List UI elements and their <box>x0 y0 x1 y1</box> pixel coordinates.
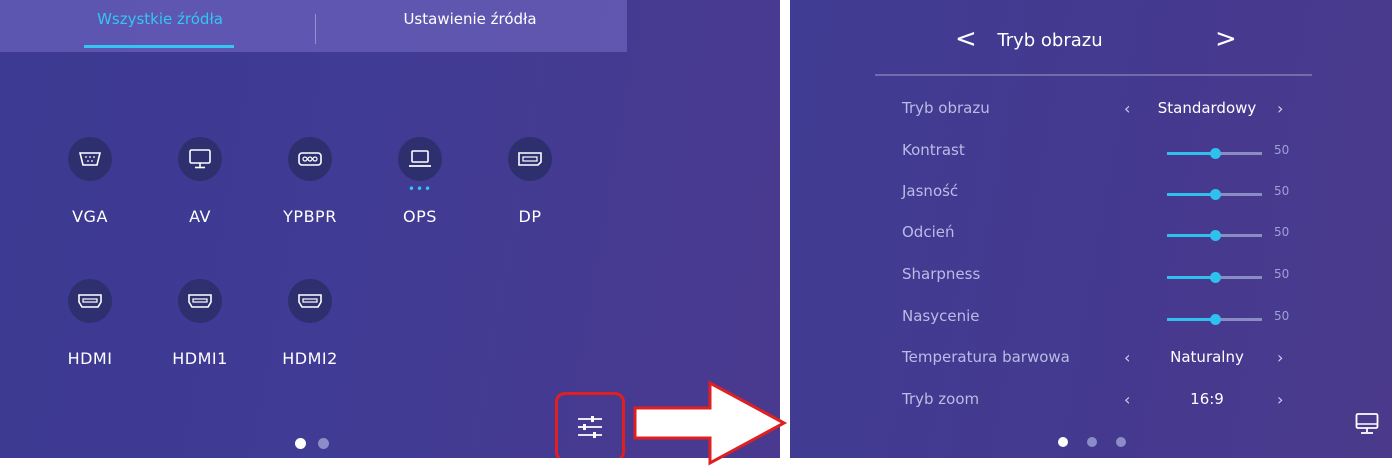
source-label: YPBPR <box>283 207 337 226</box>
slider-knob[interactable] <box>1209 148 1221 159</box>
source-label: HDMI2 <box>282 349 338 368</box>
sharpness-slider[interactable] <box>1167 272 1262 283</box>
tab-divider <box>315 14 316 44</box>
zoom-next[interactable]: › <box>1277 390 1283 409</box>
page-dot-active[interactable] <box>295 438 306 449</box>
source-vga[interactable]: VGA <box>40 137 140 226</box>
tab-source-settings[interactable]: Ustawienie źródła <box>370 0 570 45</box>
source-hdmi2[interactable]: HDMI2 <box>260 279 360 368</box>
panel-page-indicator <box>1058 432 1145 451</box>
row-picture-mode: Tryb obrazu ‹ Standardowy › <box>902 99 1302 123</box>
zoom-value: 16:9 <box>1190 390 1224 408</box>
row-saturation: Nasycenie 50 <box>902 307 1302 331</box>
row-contrast: Kontrast 50 <box>902 141 1302 165</box>
contrast-slider[interactable] <box>1167 148 1262 159</box>
active-source-indicator: ••• <box>407 182 433 196</box>
hdmi-port-icon <box>288 279 332 323</box>
source-label: HDMI1 <box>172 349 228 368</box>
sharpness-value: 50 <box>1274 267 1290 281</box>
source-hdmi[interactable]: HDMI <box>40 279 140 368</box>
row-label: Sharpness <box>902 265 981 283</box>
arrow-right-annotation <box>633 380 788 466</box>
row-label: Kontrast <box>902 141 965 159</box>
hue-value: 50 <box>1274 225 1290 239</box>
row-label: Tryb obrazu <box>902 99 990 117</box>
source-page-indicator <box>295 434 341 453</box>
ypbpr-port-icon <box>288 137 332 181</box>
brightness-slider[interactable] <box>1167 189 1262 200</box>
color-temp-next[interactable]: › <box>1277 348 1283 367</box>
hdmi-port-icon <box>178 279 222 323</box>
row-label: Nasycenie <box>902 307 980 325</box>
picture-settings-button[interactable] <box>555 392 625 458</box>
zoom-prev[interactable]: ‹ <box>1124 390 1130 409</box>
source-label: HDMI <box>67 349 113 368</box>
slider-knob[interactable] <box>1209 314 1221 325</box>
hue-slider[interactable] <box>1167 230 1262 241</box>
tab-all-sources[interactable]: Wszystkie źródła <box>60 0 260 45</box>
picture-mode-prev[interactable]: ‹ <box>1124 99 1130 118</box>
source-tabbar: Wszystkie źródła Ustawienie źródła <box>0 0 627 52</box>
hdmi-port-icon <box>68 279 112 323</box>
row-color-temperature: Temperatura barwowa ‹ Naturalny › <box>902 348 1302 372</box>
contrast-value: 50 <box>1274 143 1290 157</box>
slider-knob[interactable] <box>1209 189 1221 200</box>
laptop-icon <box>398 137 442 181</box>
page-dot[interactable] <box>1087 437 1097 447</box>
active-tab-underline <box>84 45 234 48</box>
brightness-value: 50 <box>1274 184 1290 198</box>
source-label: OPS <box>403 207 437 226</box>
slider-knob[interactable] <box>1209 272 1221 283</box>
row-label: Odcień <box>902 223 955 241</box>
title-divider <box>875 74 1312 76</box>
source-dp[interactable]: DP <box>480 137 580 226</box>
page-dot[interactable] <box>318 438 329 449</box>
picture-mode-next[interactable]: › <box>1277 99 1283 118</box>
source-hdmi1[interactable]: HDMI1 <box>150 279 250 368</box>
monitor-icon <box>178 137 222 181</box>
panel-next-button[interactable]: > <box>1215 24 1237 54</box>
displayport-icon <box>508 137 552 181</box>
row-hue: Odcień 50 <box>902 223 1302 247</box>
source-label: DP <box>518 207 542 226</box>
monitor-icon[interactable] <box>1355 412 1379 436</box>
source-label: VGA <box>72 207 108 226</box>
row-label: Temperatura barwowa <box>902 348 1070 366</box>
source-ops[interactable]: ••• OPS <box>370 137 470 226</box>
screen: Wszystkie źródła Ustawienie źródła VGA A… <box>0 0 1392 467</box>
row-label: Jasność <box>902 182 959 200</box>
page-dot[interactable] <box>1116 437 1126 447</box>
page-dot-active[interactable] <box>1058 437 1068 447</box>
row-label: Tryb zoom <box>902 390 980 408</box>
row-sharpness: Sharpness 50 <box>902 265 1302 289</box>
saturation-slider[interactable] <box>1167 314 1262 325</box>
source-av[interactable]: AV <box>150 137 250 226</box>
picture-mode-value: Standardowy <box>1157 99 1257 117</box>
row-zoom-mode: Tryb zoom ‹ 16:9 › <box>902 390 1302 414</box>
source-label: AV <box>189 207 211 226</box>
color-temp-prev[interactable]: ‹ <box>1124 348 1130 367</box>
saturation-value: 50 <box>1274 309 1290 323</box>
sliders-icon <box>578 416 602 438</box>
row-brightness: Jasność 50 <box>902 182 1302 206</box>
vga-port-icon <box>68 137 112 181</box>
source-ypbpr[interactable]: YPBPR <box>260 137 360 226</box>
slider-knob[interactable] <box>1209 230 1221 241</box>
picture-mode-panel: < Tryb obrazu > Tryb obrazu ‹ Standardow… <box>790 0 1392 458</box>
color-temp-value: Naturalny <box>1170 348 1244 366</box>
